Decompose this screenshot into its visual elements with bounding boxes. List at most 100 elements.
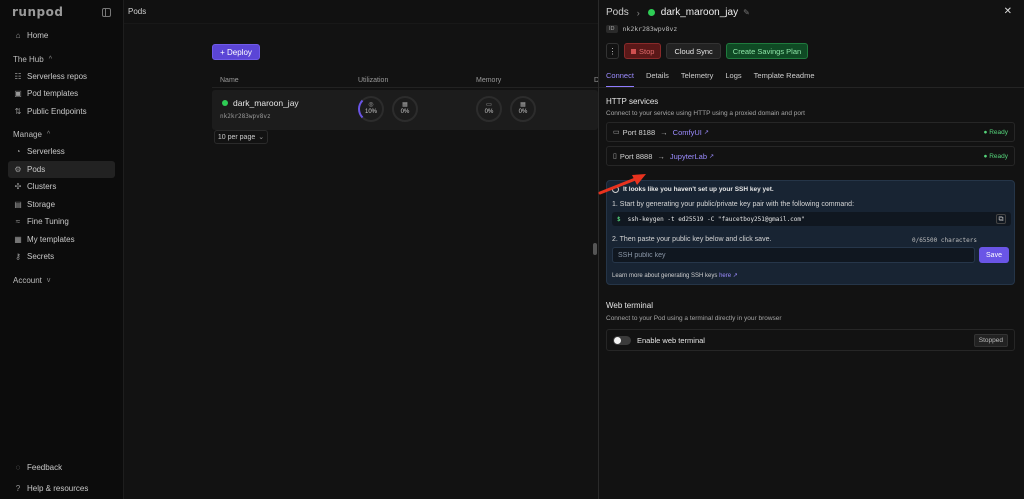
scrollbar-handle[interactable] (593, 243, 597, 255)
chevron-up-icon: ^ (46, 131, 51, 138)
service-link[interactable]: JupyterLab (670, 152, 707, 161)
pods-icon: ⚙ (14, 164, 22, 174)
sidebar: runpod ⌂ Home The Hub ^ ☷ Serverless rep… (0, 0, 124, 499)
ssh-command[interactable]: ssh-keygen -t ed25519 -C "faucetboy251@g… (628, 216, 805, 223)
tab-telemetry[interactable]: Telemetry (681, 71, 714, 87)
per-page-select[interactable]: 10 per page ⌄ (214, 130, 268, 144)
port-icon: ▭ (613, 129, 620, 136)
prompt-symbol: $ (617, 215, 621, 223)
home-icon: ⌂ (15, 31, 21, 41)
ssh-warning: It looks like you haven't set up your SS… (612, 186, 774, 193)
service-row-jupyterlab: ▯ Port 8888 → JupyterLab ↗ ● Ready (606, 146, 1015, 166)
fine-tuning-icon: ≈ (15, 217, 21, 227)
create-savings-plan-button[interactable]: Create Savings Plan (725, 43, 809, 59)
table-row[interactable]: dark_maroon_jay nk2kr283wpv8vz ◎ 10% ▦ 0… (212, 90, 598, 130)
memory-icon: ▭ (486, 102, 492, 108)
arrow-right-icon: → (660, 127, 668, 137)
sidebar-item-secrets[interactable]: ⚷ Secrets (0, 248, 115, 266)
feedback-icon: ◌ (15, 463, 21, 472)
pod-title: dark_maroon_jay (660, 7, 739, 18)
sidebar-item-feedback[interactable]: ◌ Feedback (0, 457, 115, 478)
gauge-value: 0% (484, 109, 494, 115)
external-link-icon[interactable]: ↗ (733, 273, 738, 279)
pod-id: nk2kr283wpv8vz (220, 113, 271, 120)
page-title: Pods (128, 7, 147, 16)
sidebar-item-label: Secrets (27, 252, 55, 262)
endpoints-icon: ⇅ (14, 106, 22, 116)
external-link-icon[interactable]: ↗ (709, 153, 714, 160)
status-text: Ready (989, 152, 1008, 160)
chevron-up-icon: ^ (48, 55, 52, 63)
brand-logo[interactable]: runpod (12, 5, 63, 19)
copy-icon[interactable]: ⧉ (996, 214, 1006, 224)
sidebar-item-help[interactable]: ? Help & resources (0, 478, 115, 499)
sidebar-item-storage[interactable]: ▤ Storage (0, 196, 115, 214)
cpu-icon: ◎ (368, 102, 374, 108)
column-memory[interactable]: Memory (476, 77, 501, 84)
repos-icon: ☷ (14, 71, 22, 81)
breadcrumb-root[interactable]: Pods (606, 7, 629, 18)
status-dot (647, 9, 655, 16)
sidebar-item-pods[interactable]: ⚙ Pods (8, 160, 115, 178)
sidebar-item-home[interactable]: ⌂ Home (0, 27, 115, 45)
save-button[interactable]: Save (979, 247, 1009, 263)
sidebar-item-public-endpoints[interactable]: ⇅ Public Endpoints (0, 103, 115, 121)
vram-icon: ▦ (520, 102, 526, 108)
web-terminal-title: Web terminal (606, 301, 653, 310)
sidebar-item-my-templates[interactable]: ▦ My templates (0, 231, 115, 249)
external-link-icon[interactable]: ↗ (704, 129, 709, 136)
service-row-comfyui: ▭ Port 8188 → ComfyUI ↗ ● Ready (606, 122, 1015, 142)
close-icon[interactable]: ✕ (1004, 6, 1012, 17)
sidebar-item-serverless[interactable]: ◔ Serverless (0, 143, 115, 161)
my-templates-icon: ▦ (14, 234, 22, 244)
more-options-icon[interactable]: ⋮ (606, 43, 619, 59)
sidebar-item-fine-tuning[interactable]: ≈ Fine Tuning (0, 213, 115, 231)
tab-connect[interactable]: Connect (606, 71, 634, 87)
info-icon (612, 186, 619, 193)
edit-icon[interactable]: ✎ (743, 8, 750, 17)
character-count: 0/65500 characters (911, 237, 977, 244)
http-services-title: HTTP services (606, 97, 659, 106)
cloud-sync-button[interactable]: Cloud Sync (666, 43, 721, 59)
help-icon: ? (15, 484, 21, 493)
web-terminal-description: Connect to your Pod using a terminal dir… (606, 315, 782, 322)
service-link[interactable]: ComfyUI (673, 128, 702, 137)
topbar: Pods (124, 0, 598, 24)
web-terminal-label: Enable web terminal (637, 335, 705, 345)
ssh-public-key-input[interactable] (612, 247, 975, 263)
learn-more-link[interactable]: here (719, 273, 731, 279)
sidebar-item-label: Serverless repos (27, 71, 88, 81)
pod-id-value[interactable]: nk2kr283wpv8vz (623, 25, 678, 33)
gauge-value: 0% (518, 109, 528, 115)
web-terminal-toggle[interactable] (613, 335, 631, 345)
vram-gauge: ▦ 0% (510, 96, 536, 122)
tab-logs[interactable]: Logs (725, 71, 741, 87)
tab-template-readme[interactable]: Template Readme (754, 71, 815, 87)
section-manage[interactable]: Manage ^ (0, 126, 123, 143)
sidebar-item-pod-templates[interactable]: ▣ Pod templates (0, 85, 115, 103)
sidebar-collapse-icon[interactable] (102, 7, 111, 17)
tab-details[interactable]: Details (646, 71, 669, 87)
chevron-down-icon: ⌄ (258, 134, 265, 141)
web-terminal-row: Enable web terminal Stopped (606, 329, 1015, 351)
section-account[interactable]: Account v (0, 272, 123, 289)
pods-table-header: Name Utilization Memory D (212, 74, 599, 88)
column-utilization[interactable]: Utilization (358, 77, 388, 84)
sidebar-item-label: Feedback (27, 463, 63, 472)
http-services-description: Connect to your service using HTTP using… (606, 110, 805, 117)
stop-button[interactable]: Stop (624, 43, 662, 59)
section-the-hub[interactable]: The Hub ^ (0, 51, 123, 68)
column-name[interactable]: Name (220, 77, 239, 84)
status-dot (222, 100, 228, 106)
gauge-value: 0% (400, 109, 410, 115)
pod-name: dark_maroon_jay (233, 98, 299, 108)
sidebar-item-label: Home (27, 31, 49, 41)
gpu-icon: ▦ (402, 102, 408, 108)
section-label: The Hub (13, 54, 44, 64)
memory-gauge: ▭ 0% (476, 96, 502, 122)
ssh-setup-box: It looks like you haven't set up your SS… (606, 180, 1015, 285)
deploy-button[interactable]: + Deploy (212, 44, 260, 60)
sidebar-item-clusters[interactable]: ✣ Clusters (0, 178, 115, 196)
panel-tabs: Connect Details Telemetry Logs Template … (606, 71, 815, 87)
sidebar-item-serverless-repos[interactable]: ☷ Serverless repos (0, 68, 115, 86)
